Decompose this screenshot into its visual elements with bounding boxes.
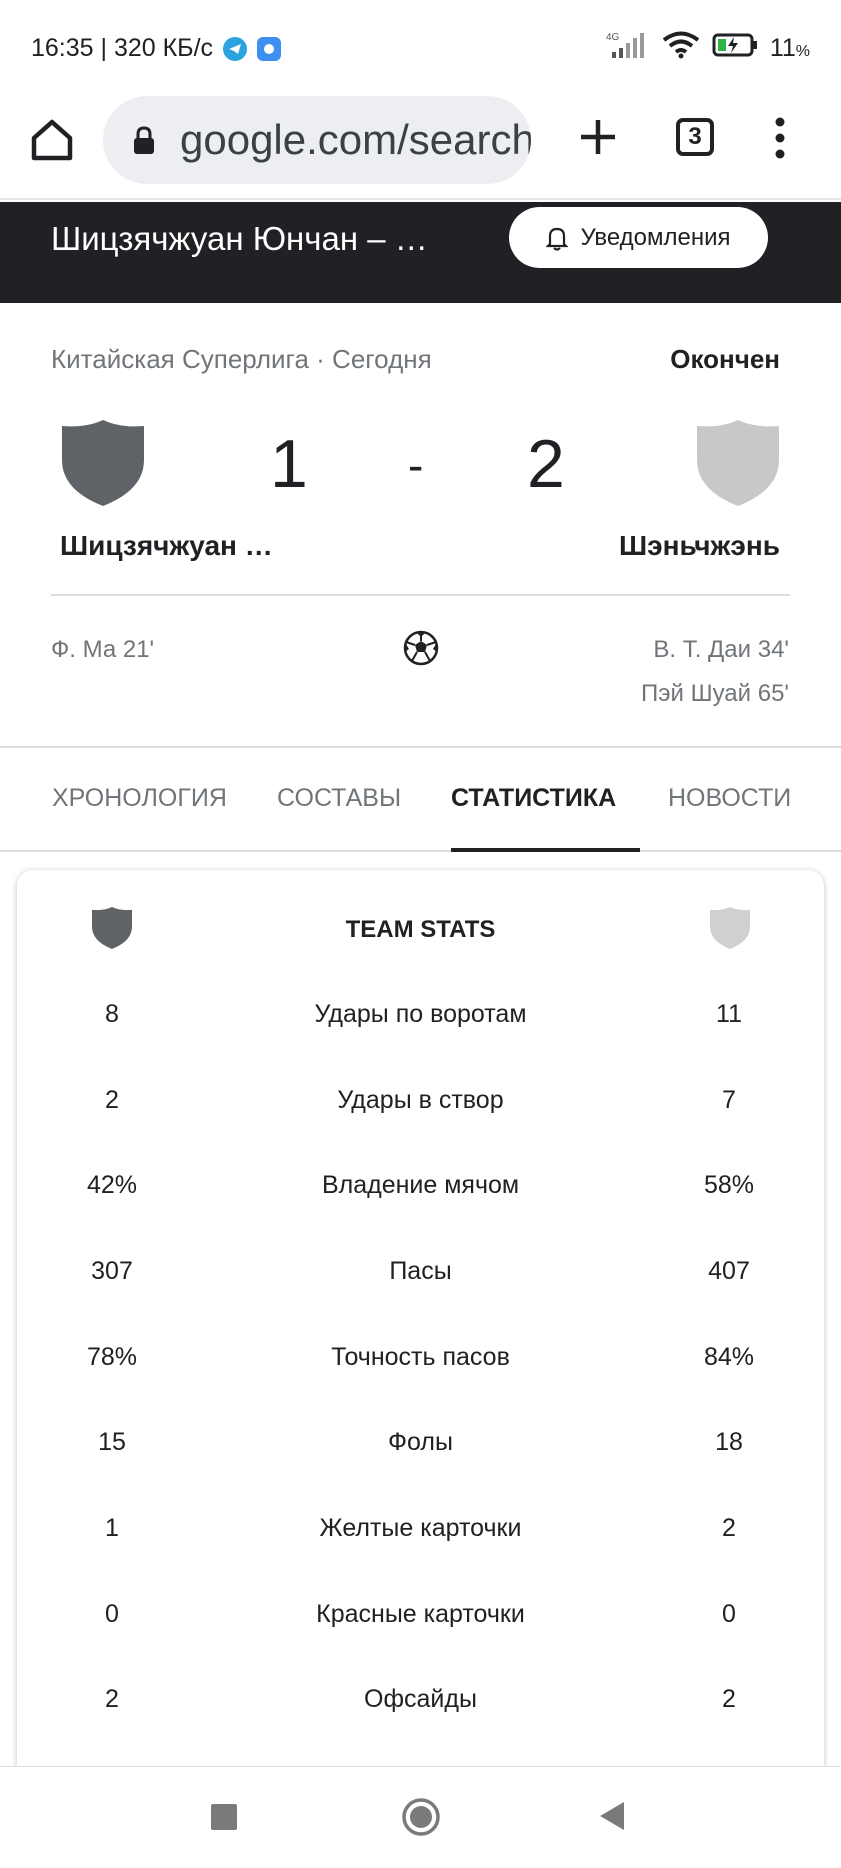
tab-count: 3 — [688, 123, 702, 150]
tab-switcher-button[interactable]: 3 — [676, 118, 714, 156]
away-team-crest-icon[interactable] — [695, 418, 781, 508]
notifications-button[interactable]: Уведомления — [509, 207, 768, 268]
home-team-name[interactable]: Шицзячжуан … — [60, 530, 273, 562]
stat-away-value: 7 — [722, 1086, 736, 1114]
stat-home-value: 1 — [105, 1514, 119, 1542]
home-scorer: Ф. Ма 21' — [51, 636, 155, 663]
team-stats-title: TEAM STATS — [345, 916, 496, 943]
stat-label: Удары в створ — [337, 1086, 504, 1114]
away-team-crest-icon — [709, 907, 751, 949]
soccer-ball-icon — [403, 630, 439, 666]
match-status: Окончен — [670, 344, 780, 374]
stat-away-value: 11 — [716, 1000, 742, 1028]
stat-label: Удары по воротам — [314, 1000, 527, 1028]
divider — [51, 594, 790, 596]
address-bar[interactable]: google.com/search — [103, 96, 531, 184]
stat-away-value: 0 — [722, 1600, 736, 1628]
stat-row: 2 Офсайды 2 — [17, 1675, 824, 1725]
stat-home-value: 2 — [105, 1685, 119, 1713]
stat-home-value: 307 — [91, 1257, 133, 1285]
network-type: 4G — [606, 32, 620, 43]
battery-icon — [712, 32, 758, 65]
browser-toolbar: google.com/search 3 — [0, 92, 841, 200]
home-nav-icon[interactable] — [401, 1797, 441, 1837]
team-stats-card: TEAM STATS 8 Удары по воротам 11 2 Удары… — [17, 870, 824, 1868]
away-scorer: Пэй Шуай 65' — [641, 680, 789, 707]
browser-menu-button[interactable] — [765, 114, 795, 162]
stat-home-value: 2 — [105, 1086, 119, 1114]
battery-level: 11% — [769, 34, 810, 62]
stat-row: 0 Красные карточки 0 — [17, 1590, 824, 1640]
stat-row: 8 Удары по воротам 11 — [17, 990, 824, 1040]
tab-news[interactable]: НОВОСТИ — [668, 784, 791, 813]
stat-label: Точность пасов — [331, 1343, 510, 1371]
home-icon — [31, 119, 73, 161]
stat-home-value: 15 — [98, 1428, 126, 1456]
active-tab-indicator — [451, 848, 640, 852]
stat-row: 2 Удары в створ 7 — [17, 1076, 824, 1126]
home-team-crest-icon[interactable] — [60, 418, 146, 508]
url-text: google.com/search — [180, 116, 531, 163]
match-title: Шицзячжуан Юнчан – … — [51, 220, 428, 257]
stat-away-value: 84% — [703, 1343, 755, 1371]
stat-away-value: 407 — [708, 1257, 750, 1285]
back-nav-icon[interactable] — [598, 1800, 626, 1832]
signal-icon: 4G — [604, 30, 650, 67]
recent-apps-button[interactable] — [211, 1804, 237, 1830]
stat-row: 307 Пасы 407 — [17, 1247, 824, 1297]
tab-lineups[interactable]: СОСТАВЫ — [277, 784, 401, 813]
stat-label: Желтые карточки — [319, 1514, 522, 1542]
more-vert-icon — [775, 117, 785, 159]
stat-away-value: 58% — [703, 1171, 755, 1199]
home-button[interactable] — [28, 116, 76, 164]
stat-home-value: 8 — [105, 1000, 119, 1028]
stat-row: 42% Владение мячом 58% — [17, 1161, 824, 1211]
telegram-icon — [223, 36, 248, 61]
system-navigation-bar — [0, 1766, 841, 1868]
score-separator: - — [408, 439, 424, 491]
notification-app-icon — [257, 36, 282, 61]
stat-away-value: 18 — [715, 1428, 743, 1456]
away-score: 2 — [527, 426, 565, 502]
tab-timeline[interactable]: ХРОНОЛОГИЯ — [52, 784, 227, 813]
status-time-speed: 16:35 | 320 КБ/с — [31, 34, 214, 62]
stat-row: 15 Фолы 18 — [17, 1418, 824, 1468]
away-team-name[interactable]: Шэньчжэнь — [619, 530, 780, 562]
away-scorer: В. Т. Даи 34' — [653, 636, 789, 663]
match-tabs: ХРОНОЛОГИЯ СОСТАВЫ СТАТИСТИКА НОВОСТИ — [0, 748, 841, 852]
match-title-bar: Шицзячжуан Юнчан – … Уведомления — [0, 202, 841, 303]
status-bar: 16:35 | 320 КБ/с 4G 11% — [0, 0, 841, 92]
stat-home-value: 42% — [86, 1171, 138, 1199]
status-left: 16:35 | 320 КБ/с — [31, 34, 282, 63]
stat-away-value: 2 — [722, 1685, 736, 1713]
stat-label: Офсайды — [364, 1685, 477, 1713]
notifications-label: Уведомления — [580, 223, 731, 251]
stat-label: Фолы — [388, 1428, 453, 1456]
stat-label: Владение мячом — [321, 1171, 520, 1199]
plus-icon — [581, 120, 615, 154]
lock-icon — [134, 126, 154, 154]
stat-home-value: 78% — [86, 1343, 138, 1371]
stat-row: 1 Желтые карточки 2 — [17, 1504, 824, 1554]
bell-plus-icon — [546, 227, 569, 251]
stat-home-value: 0 — [105, 1600, 119, 1628]
status-right: 4G 11% — [604, 30, 810, 67]
home-score: 1 — [270, 426, 308, 502]
stat-row: 78% Точность пасов 84% — [17, 1333, 824, 1383]
wifi-icon — [662, 31, 700, 66]
new-tab-button[interactable] — [573, 112, 623, 162]
tab-statistics[interactable]: СТАТИСТИКА — [451, 784, 616, 813]
stat-label: Пасы — [389, 1257, 452, 1285]
stat-label: Красные карточки — [316, 1600, 525, 1628]
league-and-date: Китайская Суперлига · Сегодня — [51, 344, 432, 374]
stat-away-value: 2 — [722, 1514, 736, 1542]
